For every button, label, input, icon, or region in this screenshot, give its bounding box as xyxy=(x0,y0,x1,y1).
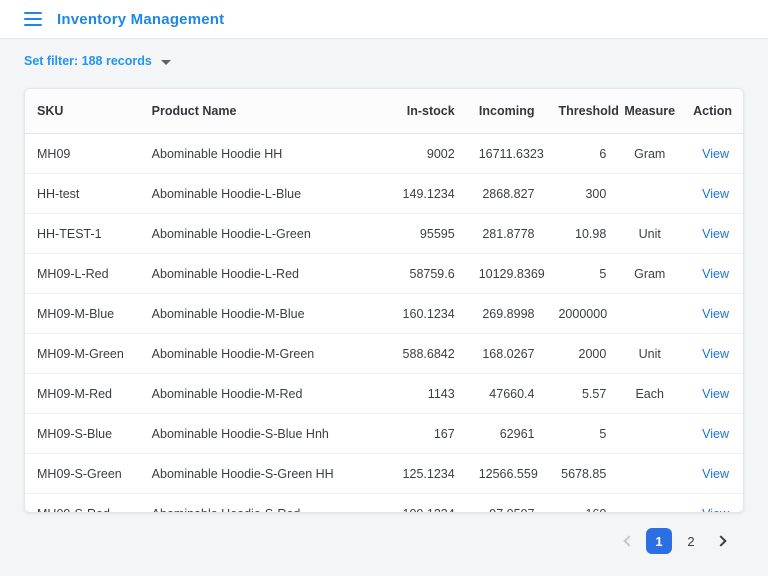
cell-name: Abominable Hoodie-L-Green xyxy=(140,227,389,241)
view-link[interactable]: View xyxy=(702,307,729,321)
set-filter-dropdown[interactable]: Set filter: 188 records xyxy=(24,54,171,68)
cell-threshold: 5 xyxy=(546,427,618,441)
table-body: MH09 Abominable Hoodie HH 9002 16711.632… xyxy=(25,134,743,513)
cell-incoming: 12566.559 xyxy=(467,467,547,481)
cell-threshold: 10.98 xyxy=(546,227,618,241)
hamburger-icon[interactable] xyxy=(24,12,42,26)
column-header-threshold: Threshold xyxy=(546,104,618,118)
cell-threshold: 160 xyxy=(546,507,618,513)
cell-name: Abominable Hoodie HH xyxy=(140,147,389,161)
cell-name: Abominable Hoodie-M-Red xyxy=(140,387,389,401)
cell-threshold: 2000 xyxy=(546,347,618,361)
column-header-action: Action xyxy=(681,104,743,118)
cell-measure: Gram xyxy=(618,147,681,161)
set-filter-label: Set filter: 188 records xyxy=(24,54,152,68)
cell-sku: MH09-M-Red xyxy=(25,387,140,401)
cell-name: Abominable Hoodie-S-Green HH xyxy=(140,467,389,481)
cell-instock: 95595 xyxy=(389,227,467,241)
chevron-left-icon[interactable] xyxy=(614,528,640,554)
table-header-row: SKU Product Name In-stock Incoming Thres… xyxy=(25,89,743,134)
cell-name: Abominable Hoodie-M-Green xyxy=(140,347,389,361)
cell-sku: HH-test xyxy=(25,187,140,201)
view-link[interactable]: View xyxy=(702,467,729,481)
cell-sku: MH09-M-Blue xyxy=(25,307,140,321)
cell-instock: 1143 xyxy=(389,387,467,401)
cell-instock: 58759.6 xyxy=(389,267,467,281)
cell-incoming: 10129.8369 xyxy=(467,267,547,281)
view-link[interactable]: View xyxy=(702,187,729,201)
app-bar: Inventory Management xyxy=(0,0,768,39)
cell-instock: 109.1234 xyxy=(389,507,467,513)
cell-instock: 167 xyxy=(389,427,467,441)
cell-name: Abominable Hoodie-M-Blue xyxy=(140,307,389,321)
cell-sku: MH09-L-Red xyxy=(25,267,140,281)
cell-name: Abominable Hoodie-S-Blue Hnh xyxy=(140,427,389,441)
cell-name: Abominable Hoodie-L-Red xyxy=(140,267,389,281)
cell-threshold: 300 xyxy=(546,187,618,201)
table-row: MH09-M-Blue Abominable Hoodie-M-Blue 160… xyxy=(25,294,743,334)
caret-down-icon xyxy=(161,60,171,65)
cell-incoming: 16711.6323 xyxy=(467,147,547,161)
cell-incoming: 269.8998 xyxy=(467,307,547,321)
column-header-incoming: Incoming xyxy=(467,104,547,118)
view-link[interactable]: View xyxy=(702,507,729,513)
cell-threshold: 2000000 xyxy=(546,307,618,321)
cell-threshold: 5678.85 xyxy=(546,467,618,481)
cell-name: Abominable Hoodie-S-Red xyxy=(140,507,389,513)
cell-instock: 160.1234 xyxy=(389,307,467,321)
cell-instock: 588.6842 xyxy=(389,347,467,361)
cell-incoming: 281.8778 xyxy=(467,227,547,241)
filter-bar: Set filter: 188 records xyxy=(0,39,768,68)
cell-instock: 9002 xyxy=(389,147,467,161)
cell-incoming: 62961 xyxy=(467,427,547,441)
table-row: MH09-L-Red Abominable Hoodie-L-Red 58759… xyxy=(25,254,743,294)
inventory-table-card: SKU Product Name In-stock Incoming Thres… xyxy=(24,88,744,513)
view-link[interactable]: View xyxy=(702,427,729,441)
column-header-name: Product Name xyxy=(140,104,389,118)
table-row: MH09-S-Blue Abominable Hoodie-S-Blue Hnh… xyxy=(25,414,743,454)
cell-threshold: 5.57 xyxy=(546,387,618,401)
view-link[interactable]: View xyxy=(702,227,729,241)
pagination: 1 2 xyxy=(0,528,768,554)
table-row: MH09-S-Green Abominable Hoodie-S-Green H… xyxy=(25,454,743,494)
table-row: MH09-M-Red Abominable Hoodie-M-Red 1143 … xyxy=(25,374,743,414)
table-row: HH-TEST-1 Abominable Hoodie-L-Green 9559… xyxy=(25,214,743,254)
cell-measure: Gram xyxy=(618,267,681,281)
cell-incoming: 47660.4 xyxy=(467,387,547,401)
view-link[interactable]: View xyxy=(702,147,729,161)
column-header-measure: Measure xyxy=(618,104,681,118)
view-link[interactable]: View xyxy=(702,347,729,361)
cell-sku: HH-TEST-1 xyxy=(25,227,140,241)
page-button-2[interactable]: 2 xyxy=(678,528,704,554)
page-button-1[interactable]: 1 xyxy=(646,528,672,554)
column-header-instock: In-stock xyxy=(389,104,467,118)
cell-incoming: 2868.827 xyxy=(467,187,547,201)
cell-threshold: 6 xyxy=(546,147,618,161)
table-row: MH09 Abominable Hoodie HH 9002 16711.632… xyxy=(25,134,743,174)
cell-threshold: 5 xyxy=(546,267,618,281)
view-link[interactable]: View xyxy=(702,267,729,281)
cell-name: Abominable Hoodie-L-Blue xyxy=(140,187,389,201)
cell-sku: MH09-S-Blue xyxy=(25,427,140,441)
view-link[interactable]: View xyxy=(702,387,729,401)
cell-incoming: 168.0267 xyxy=(467,347,547,361)
column-header-sku: SKU xyxy=(25,104,140,118)
table-row: HH-test Abominable Hoodie-L-Blue 149.123… xyxy=(25,174,743,214)
cell-sku: MH09 xyxy=(25,147,140,161)
cell-instock: 125.1234 xyxy=(389,467,467,481)
cell-incoming: 97.0597 xyxy=(467,507,547,513)
table-row: MH09-M-Green Abominable Hoodie-M-Green 5… xyxy=(25,334,743,374)
page-title: Inventory Management xyxy=(57,11,224,28)
cell-measure: Unit xyxy=(618,227,681,241)
cell-sku: MH09-S-Red xyxy=(25,507,140,513)
cell-sku: MH09-S-Green xyxy=(25,467,140,481)
cell-sku: MH09-M-Green xyxy=(25,347,140,361)
cell-instock: 149.1234 xyxy=(389,187,467,201)
cell-measure: Each xyxy=(618,387,681,401)
cell-measure: Unit xyxy=(618,347,681,361)
table-row: MH09-S-Red Abominable Hoodie-S-Red 109.1… xyxy=(25,494,743,513)
chevron-right-icon[interactable] xyxy=(710,528,736,554)
